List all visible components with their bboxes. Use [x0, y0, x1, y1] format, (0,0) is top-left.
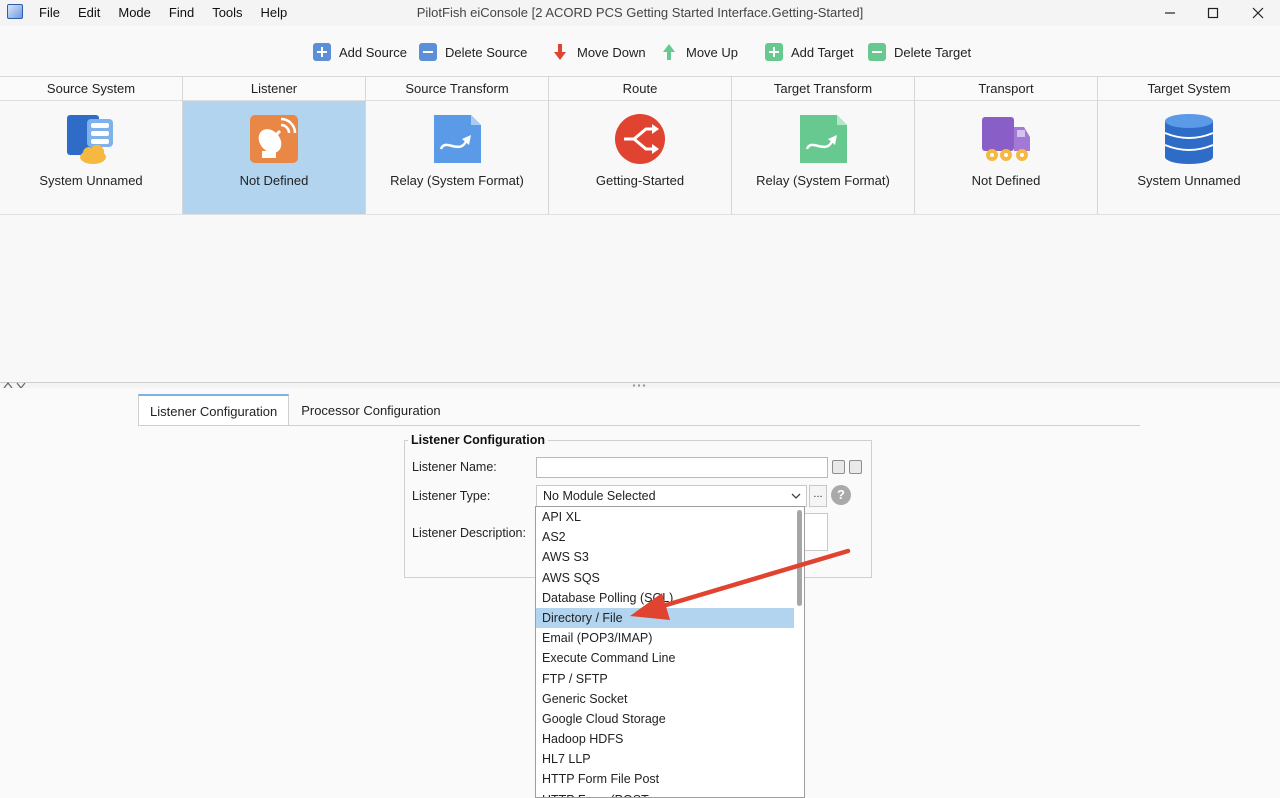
menu-file[interactable]: File [30, 0, 69, 26]
stage-target-transform[interactable]: Target Transform Relay (System Format) [732, 77, 915, 214]
stage-label: Relay (System Format) [390, 173, 524, 188]
tab-listener-configuration[interactable]: Listener Configuration [138, 394, 290, 426]
add-source-label: Add Source [339, 44, 407, 60]
minus-icon [868, 43, 886, 61]
maximize-button[interactable] [1191, 0, 1235, 26]
stage-target-system[interactable]: Target System System Unnamed [1098, 77, 1280, 214]
move-down-button[interactable]: Move Down [551, 39, 646, 65]
stage-header: Transport [915, 77, 1097, 101]
dropdown-option[interactable]: API XL [536, 507, 794, 527]
group-title: Listener Configuration [408, 433, 549, 447]
menu-tools[interactable]: Tools [203, 0, 251, 26]
delete-source-button[interactable]: Delete Source [419, 39, 527, 65]
dropdown-option[interactable]: Google Cloud Storage [536, 709, 794, 729]
dropdown-option[interactable]: AWS SQS [536, 568, 794, 588]
maximize-icon [1207, 7, 1219, 19]
database-icon [1164, 114, 1214, 164]
move-up-button[interactable]: Move Up [660, 39, 738, 65]
listener-type-label: Listener Type: [412, 489, 491, 503]
stage-header: Source System [0, 77, 182, 101]
dropdown-option[interactable]: HTTP Form (POST [536, 790, 794, 797]
listener-name-input[interactable] [536, 457, 828, 478]
stage-label: System Unnamed [39, 173, 143, 188]
dropdown-option[interactable]: Execute Command Line [536, 648, 794, 668]
stage-label: System Unnamed [1137, 173, 1241, 188]
minimize-button[interactable] [1148, 0, 1192, 26]
delete-target-label: Delete Target [894, 44, 972, 60]
stage-header: Listener [183, 77, 365, 101]
config-tabs: Listener Configuration Processor Configu… [138, 394, 453, 426]
help-icon[interactable]: ? [831, 485, 851, 505]
app-logo-icon [7, 4, 23, 19]
dropdown-option[interactable]: AS2 [536, 527, 794, 547]
tab-processor-configuration[interactable]: Processor Configuration [289, 394, 452, 426]
relay-document-icon [434, 115, 481, 163]
add-target-label: Add Target [791, 44, 854, 60]
chevron-down-icon [791, 493, 801, 499]
title-bar: File Edit Mode Find Tools Help PilotFish… [0, 0, 1280, 26]
stage-source-system[interactable]: Source System System Unnamed [0, 77, 183, 214]
dropdown-scrollbar[interactable] [797, 510, 802, 606]
listener-description-label: Listener Description: [412, 526, 526, 540]
toolbar: Add Source Delete Source Move Down Move … [0, 27, 1280, 75]
listener-type-select[interactable]: No Module Selected [536, 485, 807, 507]
delete-target-button[interactable]: Delete Target [868, 39, 971, 65]
stage-label: Relay (System Format) [756, 173, 890, 188]
system-cloud-icon [67, 115, 113, 164]
tab-divider [138, 425, 1140, 426]
listener-name-label: Listener Name: [412, 460, 497, 474]
truck-icon [982, 117, 1030, 161]
dropdown-option-selected[interactable]: Directory / File [536, 607, 794, 629]
add-source-button[interactable]: Add Source [313, 39, 407, 65]
dropdown-option[interactable]: Database Polling (SQL) [536, 588, 794, 608]
satellite-dish-icon [250, 115, 298, 163]
minus-icon [419, 43, 437, 61]
stage-transport[interactable]: Transport Not Defined [915, 77, 1098, 214]
menu-mode[interactable]: Mode [109, 0, 160, 26]
stage-header: Source Transform [366, 77, 548, 101]
plus-icon [765, 43, 783, 61]
canvas-area [0, 214, 1280, 382]
dropdown-option[interactable]: HL7 LLP [536, 749, 794, 769]
stage-header: Route [549, 77, 731, 101]
delete-source-label: Delete Source [445, 44, 528, 60]
dropdown-option[interactable]: FTP / SFTP [536, 669, 794, 689]
close-button[interactable] [1236, 0, 1280, 26]
menu-edit[interactable]: Edit [69, 0, 109, 26]
move-up-label: Move Up [686, 44, 739, 60]
minimize-icon [1165, 12, 1175, 14]
listener-type-value: No Module Selected [543, 489, 656, 503]
stage-header: Target System [1098, 77, 1280, 101]
stage-label: Getting-Started [595, 173, 685, 188]
splitter-grip-icon[interactable] [632, 384, 646, 387]
browse-button[interactable]: ... [809, 485, 827, 507]
route-icon [615, 114, 665, 164]
copy-icon[interactable] [832, 460, 845, 474]
stage-source-transform[interactable]: Source Transform Relay (System Format) [366, 77, 549, 214]
stage-label: Not Defined [239, 173, 309, 188]
dropdown-option[interactable]: Hadoop HDFS [536, 729, 794, 749]
stage-label: Not Defined [971, 173, 1041, 188]
stage-route[interactable]: Route Getting-Started [549, 77, 732, 214]
arrow-up-icon [660, 43, 678, 61]
dropdown-option[interactable]: Email (POP3/IMAP) [536, 628, 794, 648]
listener-type-dropdown: API XL AS2 AWS S3 AWS SQS Database Polli… [535, 506, 805, 798]
add-target-button[interactable]: Add Target [765, 39, 854, 65]
close-icon [1252, 7, 1264, 19]
menu-find[interactable]: Find [160, 0, 203, 26]
pipeline-stages: Source System System Unnamed Listener No… [0, 76, 1280, 214]
dropdown-option[interactable]: AWS S3 [536, 547, 794, 567]
plus-icon [313, 43, 331, 61]
arrow-down-icon [551, 43, 569, 61]
dropdown-option[interactable]: Generic Socket [536, 689, 794, 709]
paste-icon[interactable] [849, 460, 862, 474]
menu-help[interactable]: Help [252, 0, 297, 26]
dropdown-option[interactable]: HTTP Form File Post [536, 769, 794, 789]
menu-bar: File Edit Mode Find Tools Help [30, 0, 296, 26]
move-down-label: Move Down [577, 44, 646, 60]
relay-document-icon [800, 115, 847, 163]
stage-listener[interactable]: Listener Not Defined [183, 77, 366, 214]
stage-header: Target Transform [732, 77, 914, 101]
